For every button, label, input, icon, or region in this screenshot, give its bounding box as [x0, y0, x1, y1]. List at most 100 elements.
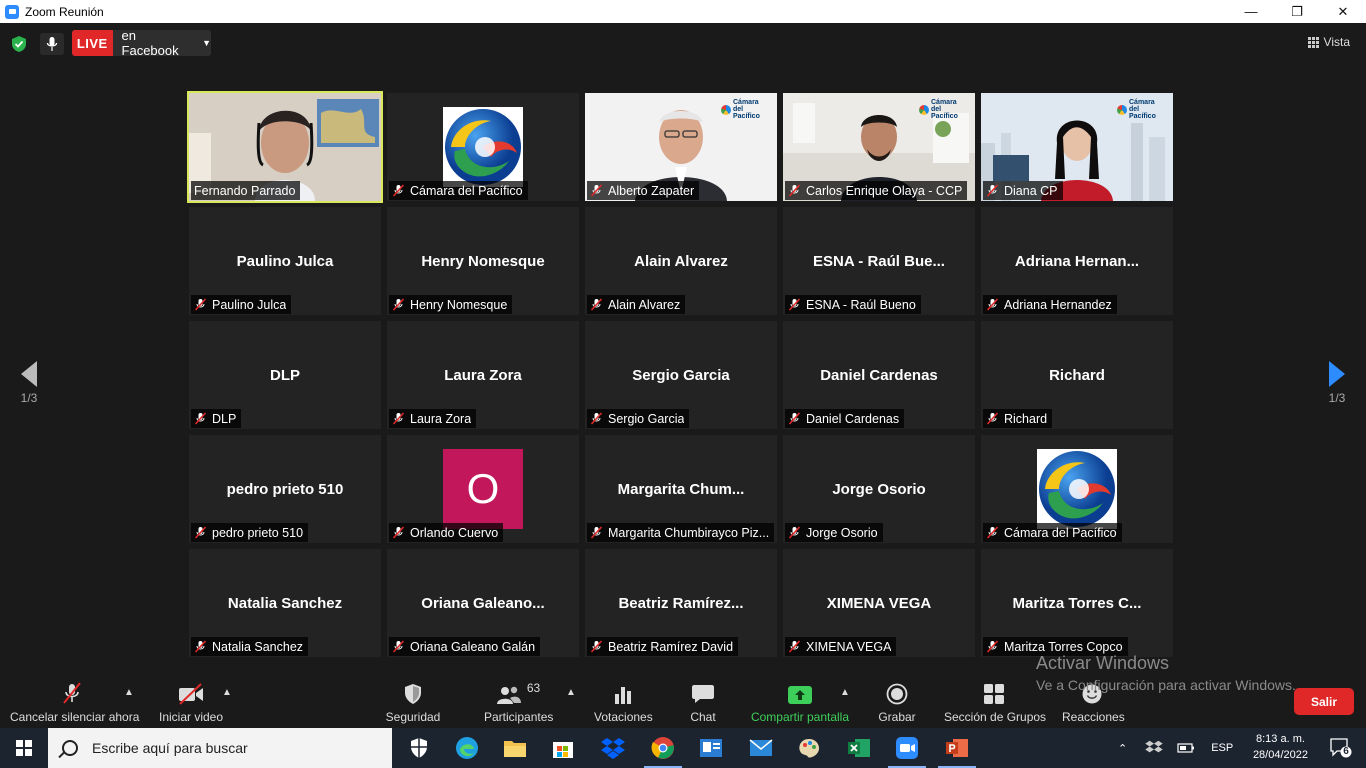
participant-tile[interactable]: Natalia Sanchez Natalia Sanchez — [189, 549, 381, 657]
audio-indicator-icon[interactable] — [40, 33, 64, 55]
zoom-app-icon — [5, 4, 19, 19]
taskbar-excel-app[interactable] — [836, 728, 882, 768]
participant-tile[interactable]: Cámara del Pacífico — [981, 435, 1173, 543]
participant-tile[interactable]: Beatriz Ramírez... Beatriz Ramírez David — [585, 549, 777, 657]
leave-meeting-button[interactable]: Salir — [1294, 688, 1354, 715]
participant-name-label: Oriana Galeano Galán — [389, 637, 541, 656]
taskbar-outlook-contacts-app[interactable] — [688, 728, 734, 768]
participant-tile[interactable]: Alain Alvarez Alain Alvarez — [585, 207, 777, 315]
participant-tile[interactable]: Jorge Osorio Jorge Osorio — [783, 435, 975, 543]
view-button[interactable]: Vista — [1307, 35, 1350, 49]
next-page-button[interactable]: 1/3 — [1322, 360, 1352, 420]
participant-display-name: XIMENA VEGA — [826, 595, 932, 612]
participant-tile[interactable]: Paulino Julca Paulino Julca — [189, 207, 381, 315]
previous-page-button[interactable]: 1/3 — [14, 360, 44, 420]
participant-tile[interactable]: ESNA - Raúl Bue... ESNA - Raúl Bueno — [783, 207, 975, 315]
participant-tile[interactable]: Cámara del Pacífico — [387, 93, 579, 201]
participant-name: Alain Alvarez — [608, 297, 681, 312]
camara-del-pacifico-logo: Cámara del Pacífico — [919, 99, 967, 120]
reactions-button[interactable]: Reacciones — [1062, 681, 1125, 724]
taskbar-file-explorer-app[interactable] — [492, 728, 538, 768]
start-button[interactable] — [0, 728, 48, 768]
mic-muted-icon — [590, 640, 603, 653]
participant-tile[interactable]: Adriana Hernan... Adriana Hernandez — [981, 207, 1173, 315]
participant-name: Orlando Cuervo — [410, 525, 499, 540]
participant-name-label: ESNA - Raúl Bueno — [785, 295, 921, 314]
participant-display-name: Richard — [1049, 367, 1105, 384]
mic-muted-icon — [590, 412, 603, 425]
participant-tile[interactable]: Fernando Parrado — [187, 91, 383, 203]
taskbar-edge-app[interactable] — [444, 728, 490, 768]
record-button[interactable]: Grabar — [876, 681, 918, 724]
participant-name-label: XIMENA VEGA — [785, 637, 897, 656]
taskbar-dropbox-app[interactable] — [590, 728, 636, 768]
participant-tile[interactable]: Sergio Garcia Sergio Garcia — [585, 321, 777, 429]
participant-tile[interactable]: Henry Nomesque Henry Nomesque — [387, 207, 579, 315]
participant-name-label: Maritza Torres Copco — [983, 637, 1128, 656]
unmute-button[interactable]: Cancelar silenciar ahora — [10, 681, 140, 724]
participant-name: Paulino Julca — [212, 297, 287, 312]
camara-del-pacifico-logo: Cámara del Pacífico — [721, 99, 769, 120]
mic-muted-icon — [392, 184, 405, 197]
language-indicator[interactable]: ESP — [1211, 742, 1233, 754]
taskbar-security-app[interactable] — [396, 728, 442, 768]
search-placeholder: Escribe aquí para buscar — [92, 740, 248, 756]
taskbar-mail-app[interactable] — [738, 728, 784, 768]
participant-tile[interactable]: Laura Zora Laura Zora — [387, 321, 579, 429]
live-stream-dropdown[interactable]: LIVE en Facebook ▼ — [72, 28, 211, 58]
mic-muted-icon — [392, 298, 405, 311]
taskbar-powerpoint-app[interactable] — [934, 728, 980, 768]
minimize-button[interactable]: — — [1228, 0, 1274, 23]
participant-tile[interactable]: O Orlando Cuervo — [387, 435, 579, 543]
participant-name: pedro prieto 510 — [212, 525, 304, 540]
participant-display-name: Sergio Garcia — [632, 367, 730, 384]
chevron-up-icon[interactable]: ⌃ — [1118, 742, 1127, 755]
unmute-label: Cancelar silenciar ahora — [10, 710, 140, 724]
encryption-shield-icon[interactable] — [10, 35, 28, 53]
participant-tile[interactable]: Daniel Cardenas Daniel Cardenas — [783, 321, 975, 429]
participant-tile[interactable]: XIMENA VEGA XIMENA VEGA — [783, 549, 975, 657]
share-options-caret[interactable]: ▲ — [840, 687, 850, 698]
participant-tile[interactable]: Oriana Galeano... Oriana Galeano Galán — [387, 549, 579, 657]
notification-center-button[interactable]: 6 — [1330, 738, 1352, 758]
taskbar-chrome-app[interactable] — [640, 728, 686, 768]
chat-button[interactable]: Chat — [688, 681, 718, 724]
share-screen-button[interactable]: Compartir pantalla — [750, 681, 850, 724]
participant-tile[interactable]: Cámara del Pacífico Alberto Zapater — [585, 93, 777, 201]
video-options-caret[interactable]: ▲ — [222, 687, 232, 698]
taskbar-paint-app[interactable] — [786, 728, 832, 768]
taskbar-clock[interactable]: 8:13 a. m. 28/04/2022 — [1253, 731, 1308, 763]
page-indicator-right: 1/3 — [1328, 391, 1346, 405]
start-video-button[interactable]: Iniciar video — [158, 681, 224, 724]
polls-button[interactable]: Votaciones — [594, 681, 653, 724]
camara-del-pacifico-logo: Cámara del Pacífico — [1117, 99, 1165, 120]
audio-options-caret[interactable]: ▲ — [124, 687, 134, 698]
taskbar-store-app[interactable] — [540, 728, 586, 768]
participant-name-label: Richard — [983, 409, 1053, 428]
participant-tile[interactable]: Maritza Torres C... Maritza Torres Copco — [981, 549, 1173, 657]
participant-tile[interactable]: DLP DLP — [189, 321, 381, 429]
mic-muted-icon — [392, 412, 405, 425]
participants-button[interactable]: 63 Participantes — [484, 681, 553, 724]
restore-button[interactable]: ❐ — [1274, 0, 1320, 23]
participant-tile[interactable]: Margarita Chum... Margarita Chumbirayco P… — [585, 435, 777, 543]
participant-name: ESNA - Raúl Bueno — [806, 297, 916, 312]
participant-tile[interactable]: Richard Richard — [981, 321, 1173, 429]
mic-muted-icon — [194, 640, 207, 653]
participant-tile[interactable]: pedro prieto 510 pedro prieto 510 — [189, 435, 381, 543]
close-button[interactable]: ✕ — [1320, 0, 1366, 23]
mic-muted-icon — [590, 526, 603, 539]
taskbar-search-box[interactable]: Escribe aquí para buscar — [48, 728, 392, 768]
security-button[interactable]: Seguridad — [384, 681, 442, 724]
grid-view-icon — [1307, 36, 1319, 48]
battery-icon[interactable] — [1177, 742, 1195, 754]
participant-tile[interactable]: Cámara del Pacífico Diana CP — [981, 93, 1173, 201]
contacts-card-icon — [700, 739, 722, 757]
dropbox-tray-icon[interactable] — [1145, 740, 1163, 756]
breakout-rooms-button[interactable]: Sección de Grupos — [944, 681, 1046, 724]
mic-muted-icon — [590, 184, 603, 197]
taskbar-zoom-app[interactable] — [884, 728, 930, 768]
participant-name-label: Fernando Parrado — [191, 181, 301, 200]
participants-options-caret[interactable]: ▲ — [566, 687, 576, 698]
participant-tile[interactable]: Cámara del Pacífico Carlos Enrique Olaya … — [783, 93, 975, 201]
